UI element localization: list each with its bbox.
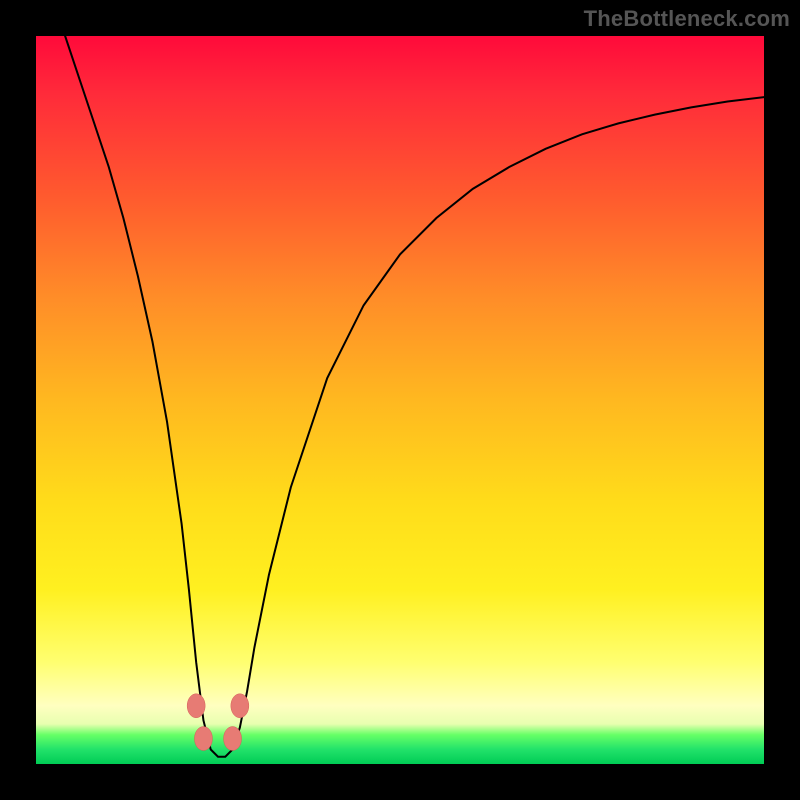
bottleneck-curve bbox=[65, 36, 764, 757]
bead-right-upper bbox=[231, 694, 249, 718]
watermark-text: TheBottleneck.com bbox=[584, 6, 790, 32]
bead-left-upper bbox=[187, 694, 205, 718]
bead-left-lower bbox=[194, 727, 212, 751]
plot-area bbox=[36, 36, 764, 764]
bead-right-lower bbox=[224, 727, 242, 751]
curve-layer bbox=[36, 36, 764, 764]
bead-group bbox=[187, 694, 249, 751]
chart-frame: TheBottleneck.com bbox=[0, 0, 800, 800]
